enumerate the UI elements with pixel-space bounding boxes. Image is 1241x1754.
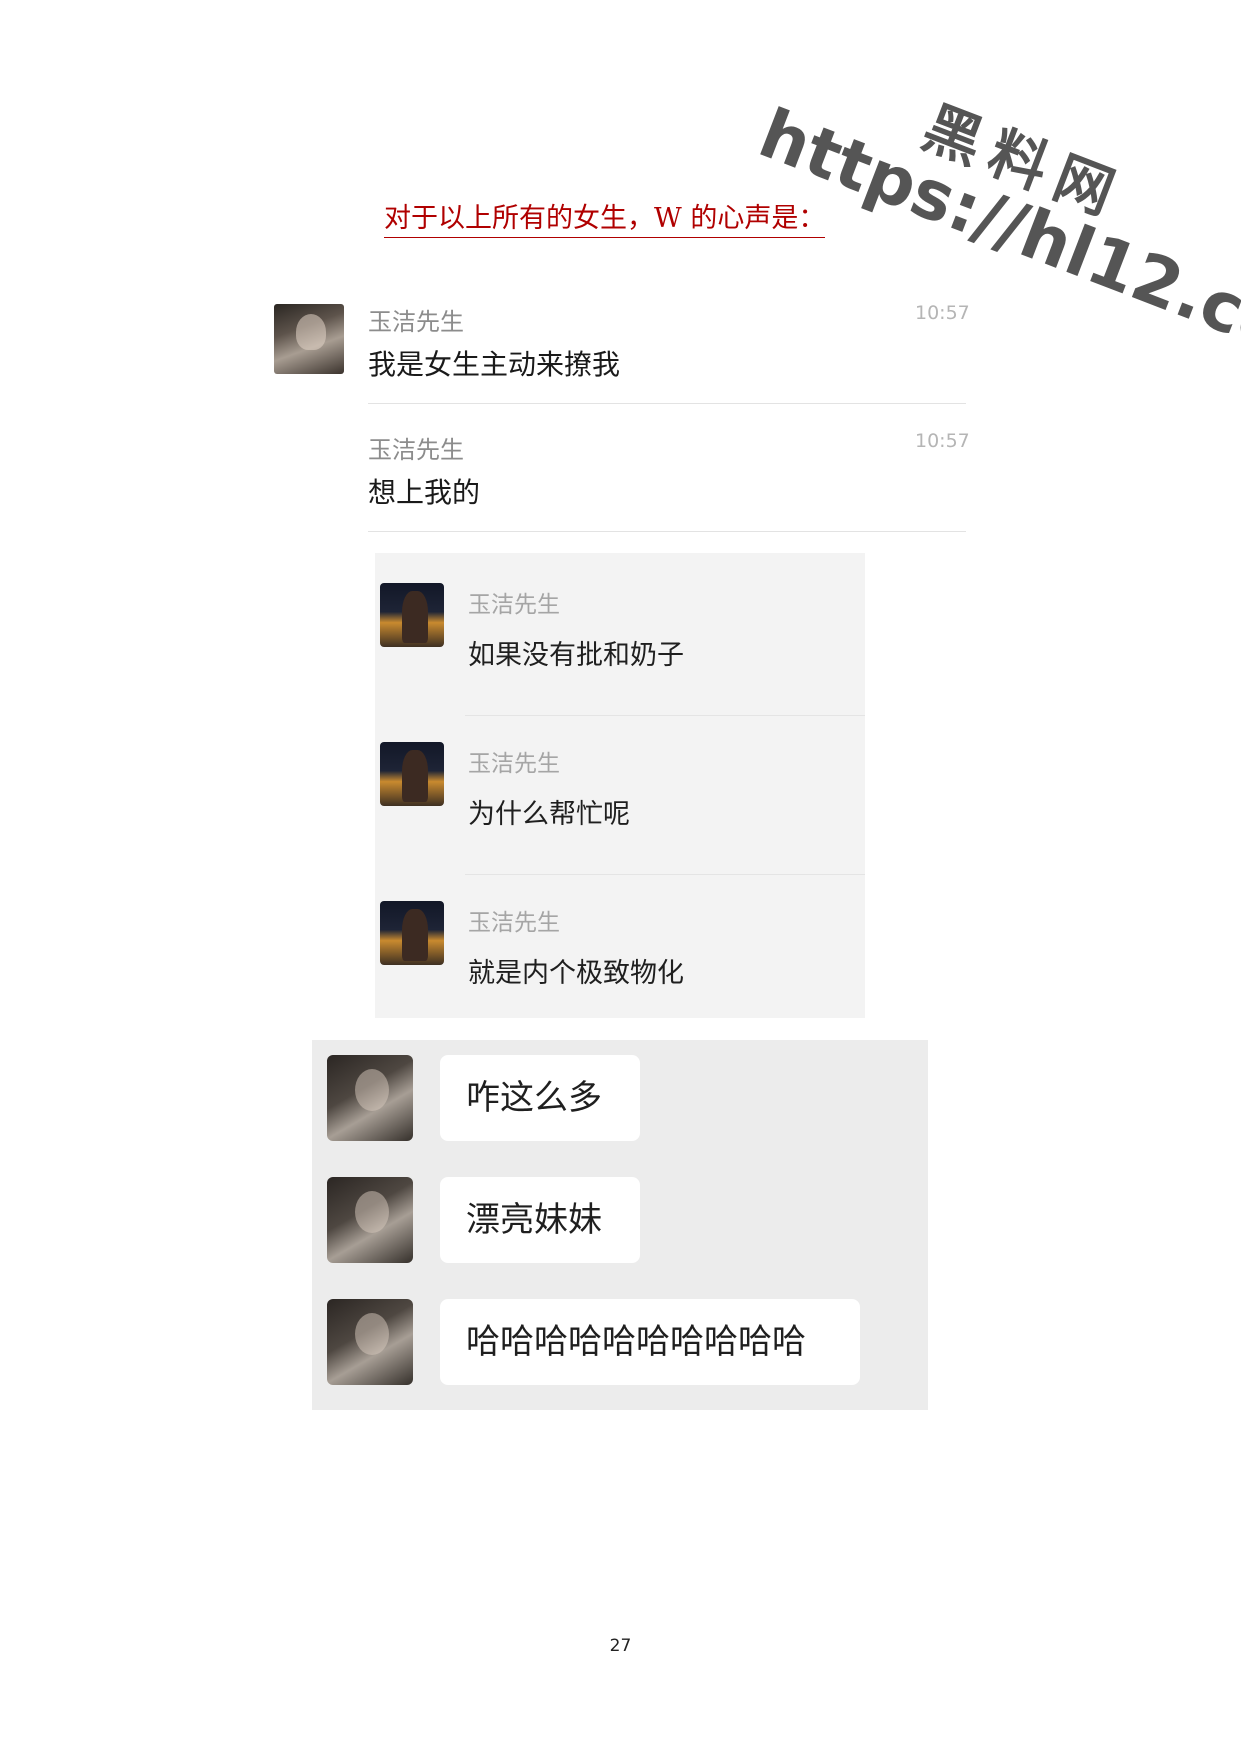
avatar (380, 901, 444, 965)
avatar (327, 1055, 413, 1141)
divider (368, 403, 966, 404)
sender-name: 玉洁先生 (368, 308, 464, 336)
sender-name: 玉洁先生 (468, 751, 560, 777)
sender-name: 玉洁先生 (368, 436, 464, 464)
sender-name: 玉洁先生 (468, 592, 560, 618)
avatar (380, 583, 444, 647)
message-text: 就是内个极致物化 (468, 958, 684, 989)
divider (368, 531, 966, 532)
message-text: 为什么帮忙呢 (468, 799, 630, 830)
message-bubble[interactable]: 漂亮妹妹 (440, 1177, 640, 1263)
page-number: 27 (609, 1636, 632, 1656)
avatar (327, 1299, 413, 1385)
avatar (274, 304, 344, 374)
avatar (327, 1177, 413, 1263)
chat-group-panel: 玉洁先生 如果没有批和奶子 玉洁先生 为什么帮忙呢 玉洁先生 就是内个极致物化 (375, 553, 865, 1018)
message-time: 10:57 (915, 302, 970, 324)
divider (465, 874, 865, 875)
message-text: 我是女生主动来撩我 (368, 348, 621, 381)
chat-bubbles-panel: 咋这么多 漂亮妹妹 哈哈哈哈哈哈哈哈哈哈 (312, 1040, 928, 1410)
avatar (380, 742, 444, 806)
message-bubble[interactable]: 咋这么多 (440, 1055, 640, 1141)
divider (465, 715, 865, 716)
page-heading: 对于以上所有的女生，W 的心声是： (384, 196, 826, 238)
message-time: 10:57 (915, 430, 970, 452)
sender-name: 玉洁先生 (468, 910, 560, 936)
message-text: 如果没有批和奶子 (468, 640, 684, 671)
message-bubble[interactable]: 哈哈哈哈哈哈哈哈哈哈 (440, 1299, 860, 1385)
message-text: 想上我的 (368, 476, 481, 509)
